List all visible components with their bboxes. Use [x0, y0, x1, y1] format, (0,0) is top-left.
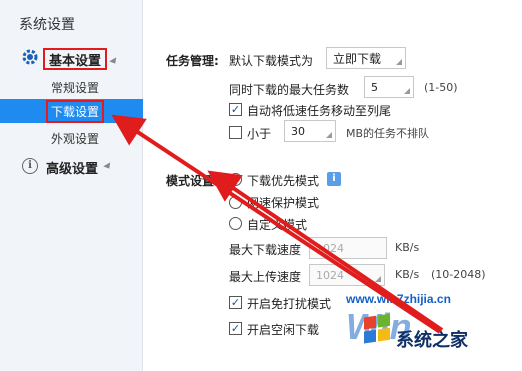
sidebar-item-general[interactable]: 常规设置	[0, 75, 143, 99]
auto-move-checkbox[interactable]: ✓	[229, 103, 242, 116]
stepper-arrow-icon	[326, 132, 332, 138]
max-upload-input[interactable]: 1024	[309, 264, 385, 286]
max-tasks-value: 5	[371, 80, 378, 94]
task-section-label: 任务管理:	[166, 54, 219, 68]
max-tasks-stepper[interactable]: 5	[364, 76, 414, 98]
gear-icon	[22, 49, 38, 65]
sidebar-title: 系统设置	[19, 17, 75, 33]
smaller-suffix: MB的任务不排队	[346, 127, 430, 140]
max-download-value: 1024	[316, 241, 344, 255]
smaller-label: 小于	[247, 127, 272, 141]
mode-option-custom: 自定义模式	[247, 218, 308, 232]
max-upload-value: 1024	[316, 268, 344, 282]
mode-radio-protect[interactable]	[229, 196, 242, 209]
sidebar-item-label: 外观设置	[51, 131, 100, 146]
max-download-label: 最大下载速度	[229, 243, 302, 257]
do-not-disturb-label: 开启免打扰模式	[247, 297, 332, 311]
mode-radio-priority[interactable]	[229, 173, 242, 186]
idle-download-checkbox[interactable]: ✓	[229, 322, 242, 335]
sidebar-group-basic-label: 基本设置	[49, 53, 102, 69]
sidebar-item-label: 下载设置	[46, 99, 105, 123]
default-mode-value: 立即下载	[333, 51, 382, 66]
mode-option-protect: 网速保护模式	[247, 196, 320, 210]
sidebar: 系统设置 基本设置 常规设置 下载设置 外观设置 i 高级设置	[0, 0, 143, 371]
info-tip-icon[interactable]: i	[327, 172, 341, 186]
default-mode-select[interactable]: 立即下载	[326, 47, 406, 69]
max-upload-label: 最大上传速度	[229, 270, 302, 284]
max-tasks-range: (1-50)	[424, 81, 458, 94]
max-download-input[interactable]: 1024	[309, 237, 387, 259]
mode-radio-custom[interactable]	[229, 217, 242, 230]
stepper-arrow-icon	[375, 276, 381, 282]
stepper-arrow-icon	[404, 88, 410, 94]
sidebar-item-download[interactable]: 下载设置	[0, 99, 143, 123]
max-upload-range: (10-2048)	[431, 268, 486, 281]
windows-logo-icon	[364, 313, 390, 344]
idle-download-label: 开启空闲下载	[247, 323, 320, 337]
max-upload-unit: KB/s	[395, 268, 420, 281]
auto-move-label: 自动将低速任务移动至列尾	[247, 104, 392, 118]
dropdown-arrow-icon	[396, 59, 402, 65]
do-not-disturb-checkbox[interactable]: ✓	[229, 296, 242, 309]
max-tasks-label: 同时下载的最大任务数	[229, 83, 350, 97]
watermark-url: www.win7zhijia.cn	[346, 292, 451, 306]
smaller-checkbox[interactable]	[229, 126, 242, 139]
sidebar-group-basic[interactable]: 基本设置	[43, 48, 108, 70]
info-icon: i	[22, 158, 38, 174]
smaller-size-value: 30	[291, 124, 305, 138]
mode-section-label: 模式设置:	[166, 174, 219, 188]
watermark-brand: 系统之家	[396, 330, 468, 350]
smaller-size-stepper[interactable]: 30	[284, 120, 336, 142]
sidebar-item-appearance[interactable]: 外观设置	[0, 126, 143, 150]
chevron-down-icon	[103, 162, 113, 171]
mode-option-priority: 下载优先模式	[247, 174, 320, 188]
max-download-unit: KB/s	[395, 241, 420, 254]
sidebar-item-label: 常规设置	[51, 80, 100, 95]
sidebar-group-advanced[interactable]: 高级设置	[46, 158, 98, 177]
chevron-down-icon	[109, 57, 119, 66]
default-mode-label: 默认下载模式为	[229, 54, 314, 68]
